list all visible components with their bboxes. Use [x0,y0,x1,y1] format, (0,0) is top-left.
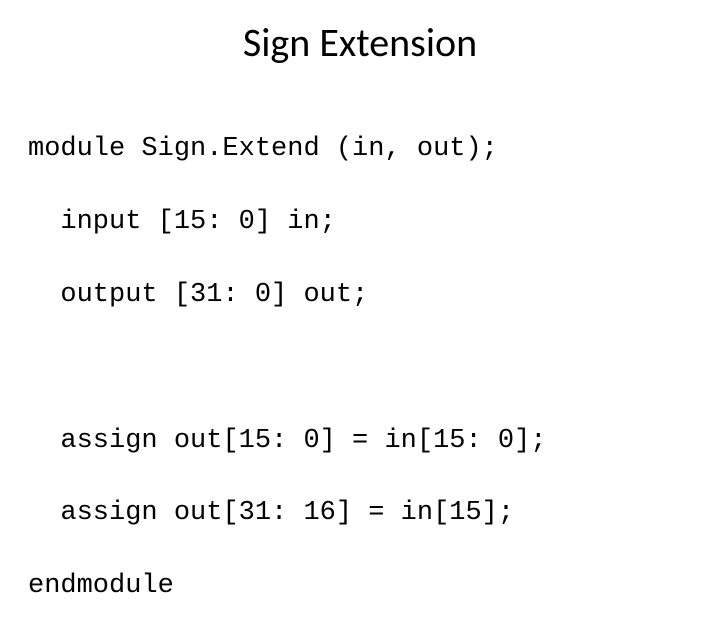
slide-title: Sign Extension [0,18,720,67]
code-line: assign out[15: 0] = in[15: 0]; [28,423,720,459]
code-line: input [15: 0] in; [28,204,720,240]
code-line: assign out[31: 16] = in[15]; [28,495,720,531]
blank-line [28,350,720,386]
code-block: module Sign.Extend (in, out); input [15:… [28,95,720,641]
code-line: endmodule [28,568,720,604]
code-line: module Sign.Extend (in, out); [28,131,720,167]
code-line: output [31: 0] out; [28,277,720,313]
